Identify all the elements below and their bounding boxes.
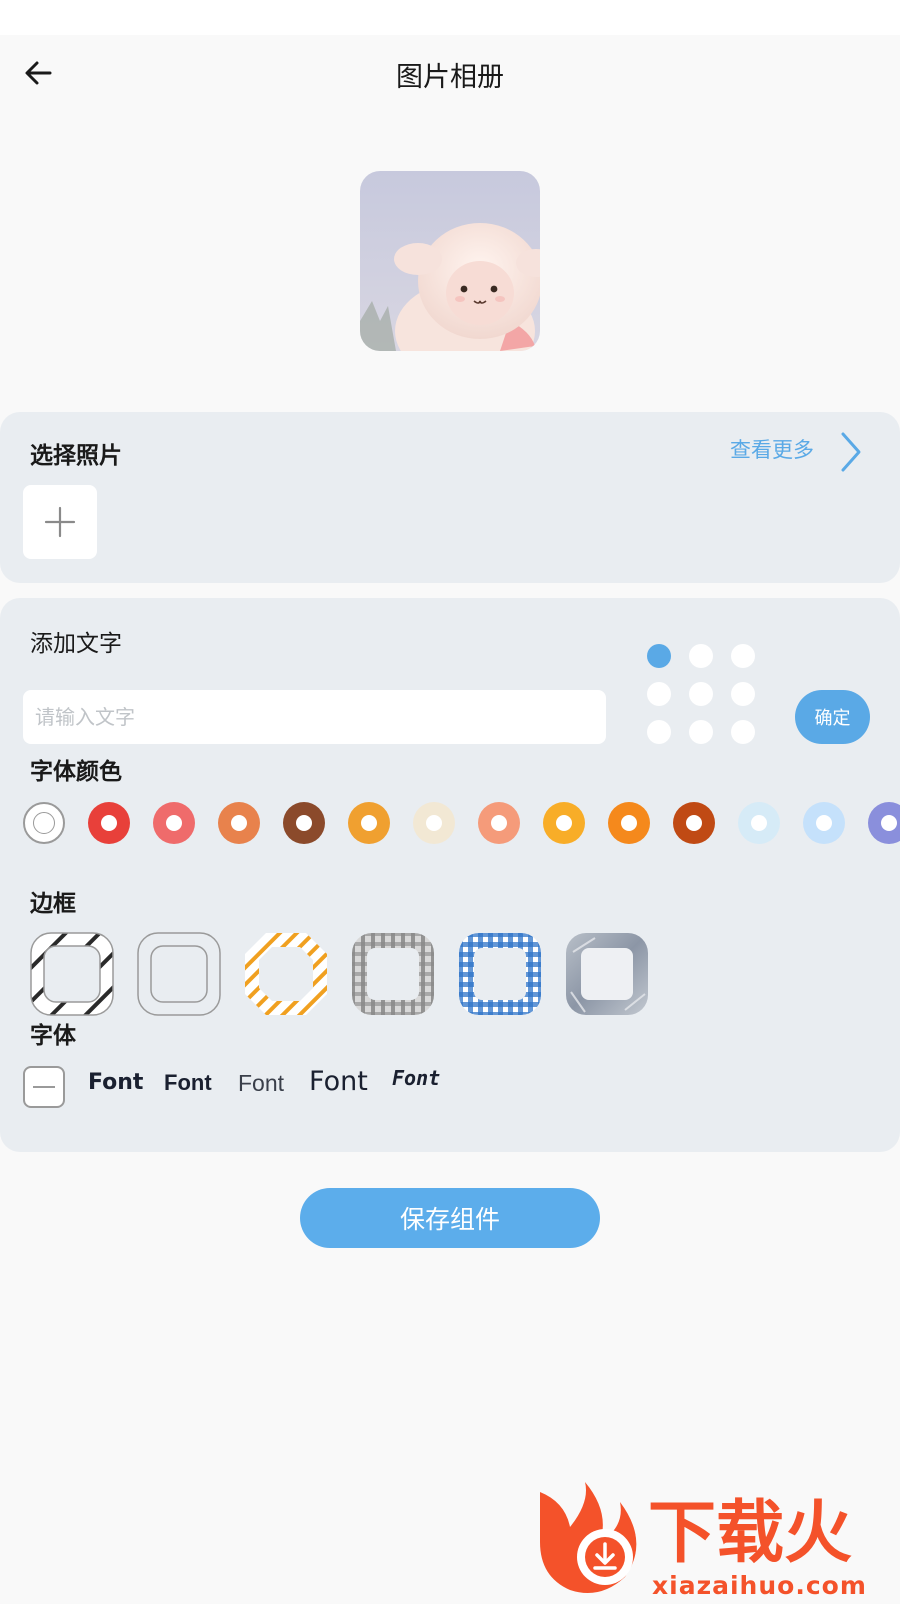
watermark-logo: 下载火 xiazaihuo.com	[530, 1482, 900, 1600]
section-title-font: 字体	[30, 1023, 76, 1049]
border-option-photo-texture[interactable]	[565, 932, 649, 1016]
border-option-plain[interactable]	[137, 932, 221, 1016]
color-swatch-6[interactable]	[413, 802, 455, 844]
color-swatch-10[interactable]	[673, 802, 715, 844]
position-dot-center[interactable]	[689, 682, 713, 706]
position-dot-middle-right[interactable]	[731, 682, 755, 706]
position-dot-bottom-center[interactable]	[689, 720, 713, 744]
font-options-row: Font Font Font Font Font	[0, 1062, 900, 1112]
color-swatch-1[interactable]	[88, 802, 130, 844]
preview-image	[360, 171, 540, 351]
color-swatch-4[interactable]	[283, 802, 325, 844]
color-swatch-center	[621, 815, 637, 831]
position-grid	[647, 644, 767, 764]
font-option-5[interactable]: Font	[392, 1066, 440, 1090]
header: 图片相册	[0, 35, 900, 115]
add-photo-button[interactable]	[23, 485, 97, 559]
view-more-button[interactable]	[838, 430, 864, 474]
position-dot-top-left[interactable]	[647, 644, 671, 668]
position-dot-bottom-right[interactable]	[731, 720, 755, 744]
color-swatch-center	[101, 815, 117, 831]
color-swatch-2[interactable]	[153, 802, 195, 844]
color-swatch-row	[0, 802, 900, 846]
border-options-row	[0, 932, 900, 1016]
photo-section: 选择照片 查看更多	[0, 412, 900, 583]
font-option-1[interactable]: Font	[88, 1070, 143, 1095]
color-swatch-5[interactable]	[348, 802, 390, 844]
font-option-3[interactable]: Font	[238, 1070, 284, 1097]
position-dot-bottom-left[interactable]	[647, 720, 671, 744]
border-option-gray-plaid[interactable]	[351, 932, 435, 1016]
color-swatch-center	[881, 815, 897, 831]
color-swatch-9[interactable]	[608, 802, 650, 844]
color-swatch-center	[231, 815, 247, 831]
font-option-none[interactable]	[23, 1066, 65, 1108]
text-section: 添加文字 确定 字体颜色 边框	[0, 598, 900, 1152]
color-swatch-center	[166, 815, 182, 831]
color-swatch-center	[491, 815, 507, 831]
font-option-4[interactable]: Font	[309, 1066, 368, 1097]
text-input[interactable]	[23, 690, 606, 744]
color-swatch-center	[556, 815, 572, 831]
color-swatch-7[interactable]	[478, 802, 520, 844]
position-dot-middle-left[interactable]	[647, 682, 671, 706]
plus-icon	[44, 506, 76, 538]
color-swatch-center	[361, 815, 377, 831]
position-dot-top-center[interactable]	[689, 644, 713, 668]
color-swatch-11[interactable]	[738, 802, 780, 844]
color-swatch-center	[296, 815, 312, 831]
watermark-brand: 下载火	[648, 1494, 852, 1573]
watermark-url: xiazaihuo.com	[652, 1571, 867, 1600]
confirm-button[interactable]: 确定	[795, 690, 870, 744]
color-swatch-13[interactable]	[868, 802, 900, 844]
page-title: 图片相册	[396, 62, 504, 93]
color-swatch-center	[686, 815, 702, 831]
border-option-orange-stripes[interactable]	[244, 932, 328, 1016]
section-title-font-color: 字体颜色	[30, 759, 122, 785]
color-swatch-center	[751, 815, 767, 831]
section-title-photos: 选择照片	[30, 443, 122, 469]
color-swatch-center	[816, 815, 832, 831]
font-option-2[interactable]: Font	[164, 1070, 212, 1096]
color-swatch-0[interactable]	[23, 802, 65, 844]
position-dot-top-right[interactable]	[731, 644, 755, 668]
color-swatch-3[interactable]	[218, 802, 260, 844]
section-title-add-text: 添加文字	[30, 631, 122, 657]
border-option-diagonal-stripes[interactable]	[30, 932, 114, 1016]
lamb-photo	[360, 171, 540, 351]
border-option-blue-gingham[interactable]	[458, 932, 542, 1016]
view-more-link[interactable]: 查看更多	[730, 434, 814, 464]
chevron-right-icon	[841, 432, 861, 472]
color-swatch-center	[33, 812, 55, 834]
save-widget-button[interactable]: 保存组件	[300, 1188, 600, 1248]
section-title-border: 边框	[30, 891, 76, 917]
status-bar	[0, 0, 900, 35]
color-swatch-center	[426, 815, 442, 831]
color-swatch-8[interactable]	[543, 802, 585, 844]
color-swatch-12[interactable]	[803, 802, 845, 844]
